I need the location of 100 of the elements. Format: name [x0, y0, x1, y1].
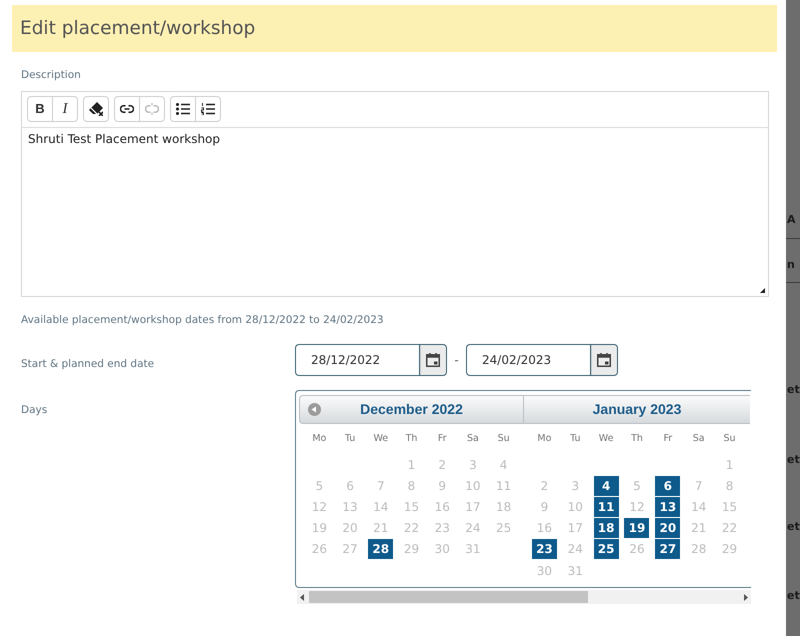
calendar-day[interactable]: 4 [594, 476, 619, 496]
calendar-day[interactable]: 2 [532, 476, 557, 496]
calendar-day[interactable]: 10 [460, 476, 486, 496]
calendar-day[interactable]: 9 [430, 476, 455, 496]
calendar-day[interactable]: 26 [624, 539, 650, 560]
weekday-label: We [598, 432, 614, 446]
calendar-icon [426, 353, 440, 367]
weekday-label: Su [724, 432, 736, 446]
clear-format-button[interactable] [83, 96, 109, 122]
calendar-day[interactable]: 2 [430, 454, 455, 475]
calendar-day[interactable]: 13 [655, 496, 680, 517]
scroll-right-icon[interactable] [744, 594, 748, 600]
date-input[interactable]: 24/02/2023 [466, 344, 590, 376]
calendar-day[interactable]: 6 [655, 476, 680, 496]
weekday-label: Th [631, 432, 643, 446]
calendar-day[interactable]: 15 [398, 496, 424, 517]
calendar-day[interactable]: 29 [717, 539, 742, 560]
calendar-day[interactable]: 26 [306, 539, 332, 560]
calendar-day[interactable]: 16 [430, 496, 455, 517]
calendar-day[interactable]: 17 [460, 496, 486, 517]
calendar-day[interactable]: 16 [532, 518, 557, 538]
weekday-label: Sa [692, 432, 705, 446]
calendar-day[interactable]: 3 [460, 454, 486, 475]
weekday-label: Mo [312, 432, 326, 446]
background-text: et [786, 383, 800, 397]
availability-note: Available placement/workshop dates from 28/12/2022 to 24/02/2023 [21, 313, 384, 327]
bullet-list-button[interactable] [170, 96, 196, 122]
calendar-day[interactable]: 17 [562, 518, 588, 538]
calendar-day[interactable]: 19 [624, 518, 650, 538]
calendar-day[interactable]: 18 [491, 496, 516, 517]
numbered-list-icon [201, 103, 215, 115]
calendar-day[interactable]: 20 [338, 518, 363, 538]
numbered-list-button[interactable] [195, 96, 221, 122]
calendar-day[interactable]: 5 [624, 476, 650, 496]
calendar-day[interactable]: 25 [594, 539, 619, 560]
calendar-day[interactable]: 1 [398, 454, 424, 475]
calendar-day[interactable]: 12 [306, 496, 332, 517]
previous-month-icon[interactable] [308, 403, 321, 416]
calendar-day[interactable]: 3 [562, 476, 588, 496]
calendar-day[interactable]: 21 [368, 518, 394, 538]
bold-button[interactable]: B [27, 96, 53, 122]
calendar-day[interactable]: 20 [655, 518, 680, 538]
calendar-day[interactable]: 31 [460, 539, 486, 560]
calendar-day[interactable]: 30 [532, 560, 557, 581]
calendar-day[interactable]: 4 [491, 454, 516, 475]
calendar-day[interactable]: 15 [717, 496, 742, 517]
calendar-day[interactable]: 23 [532, 539, 557, 560]
scrollbar-thumb[interactable] [309, 591, 588, 603]
field-label: Description [21, 68, 81, 82]
calendar-day[interactable]: 31 [562, 560, 588, 581]
calendar-day[interactable]: 22 [398, 518, 424, 538]
calendar-day[interactable]: 8 [717, 476, 742, 496]
calendar-day[interactable]: 19 [306, 518, 332, 538]
calendar-day[interactable]: 27 [338, 539, 363, 560]
calendar-day[interactable]: 14 [368, 496, 394, 517]
date-separator: - [454, 352, 459, 369]
calendar-day[interactable]: 10 [562, 496, 588, 517]
calendar-day[interactable]: 6 [338, 476, 363, 496]
date-picker-button[interactable] [419, 344, 447, 376]
calendar-day[interactable]: 7 [686, 476, 712, 496]
calendar-day[interactable]: 14 [686, 496, 712, 517]
calendar-day[interactable]: 5 [306, 476, 332, 496]
calendar-day[interactable]: 29 [398, 539, 424, 560]
calendar-day[interactable]: 30 [430, 539, 455, 560]
weekday-label: Th [406, 432, 418, 446]
calendar-icon [597, 353, 611, 367]
calendar-day[interactable]: 7 [368, 476, 394, 496]
date-input[interactable]: 28/12/2022 [295, 344, 419, 376]
calendar-day[interactable]: 11 [491, 476, 516, 496]
broken-link-icon [145, 103, 159, 115]
calendar-day[interactable]: 24 [460, 518, 486, 538]
calendar-day[interactable]: 13 [338, 496, 363, 517]
horizontal-scrollbar[interactable] [297, 590, 751, 604]
calendar-day[interactable]: 8 [398, 476, 424, 496]
calendar-day[interactable]: 24 [562, 539, 588, 560]
calendar-day[interactable]: 28 [686, 539, 712, 560]
bullet-list-icon [176, 103, 190, 115]
field-label: Days [21, 403, 48, 417]
calendar-day[interactable]: 25 [491, 518, 516, 538]
calendar-day[interactable]: 9 [532, 496, 557, 517]
calendar-day[interactable]: 23 [430, 518, 455, 538]
calendar-day[interactable]: 27 [655, 539, 680, 560]
month-title: December 2022 [360, 400, 463, 419]
calendar-day[interactable]: 28 [368, 539, 394, 560]
italic-button[interactable]: I [52, 96, 78, 122]
date-picker-button[interactable] [590, 344, 618, 376]
resize-handle-icon[interactable] [760, 288, 765, 293]
calendar-day[interactable]: 21 [686, 518, 712, 538]
calendar-day[interactable]: 18 [594, 518, 619, 538]
calendar-day[interactable]: 22 [717, 518, 742, 538]
calendar-day[interactable]: 11 [594, 496, 619, 517]
scroll-left-icon[interactable] [300, 594, 304, 600]
weekday-label: Fr [664, 432, 672, 446]
description-textarea[interactable]: Shruti Test Placement workshop [22, 128, 768, 296]
calendar-day[interactable]: 12 [624, 496, 650, 517]
calendar-day[interactable]: 1 [717, 454, 742, 475]
background-text: et [786, 589, 800, 603]
link-button[interactable] [114, 96, 140, 122]
field-label: Start & planned end date [21, 357, 154, 371]
weekday-label: Sa [466, 432, 479, 446]
